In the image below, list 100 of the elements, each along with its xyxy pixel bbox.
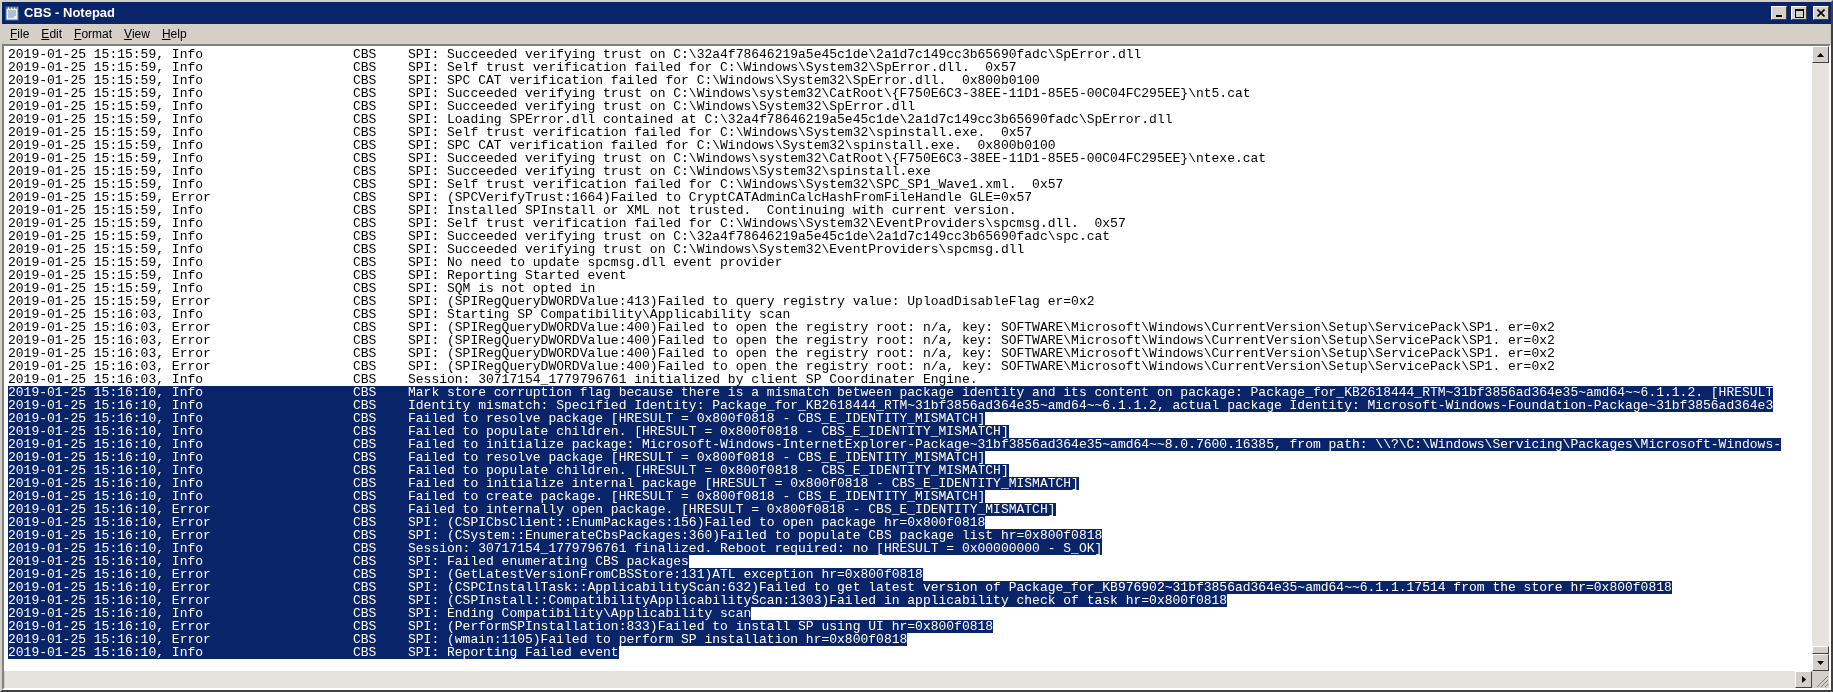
log-timestamp: 2019-01-25 15:16:03, Info [8,373,205,386]
log-message: SPI: Succeeded verifying trust on C:\32a4f78646219a5e45c1de\2a1d7c149cc3b65690fadc\SpError.dll [408,48,1142,61]
size-grip-icon[interactable] [1812,671,1829,688]
log-timestamp: 2019-01-25 15:16:10, Error [8,620,353,633]
log-message: Session: 30717154_1779796761 initialized by client SP Coordinater Engine. [408,373,978,386]
log-timestamp: 2019-01-25 15:16:10, Info [8,607,353,620]
text-area[interactable] [2,44,1831,690]
log-timestamp: 2019-01-25 15:15:59, Info [8,165,205,178]
log-source: CBS [353,178,378,191]
log-timestamp: 2019-01-25 15:15:59, Info [8,87,205,100]
close-button[interactable] [1813,6,1829,20]
log-timestamp: 2019-01-25 15:16:03, Info [8,308,205,321]
log-message: SPI: Succeeded verifying trust on C:\Windows\system32\CatRoot\{F750E6C3-38EE-11D1-85E5-00C04FC295EE}\nt5.cat [408,87,1251,100]
log-timestamp: 2019-01-25 15:16:10, Error [8,568,353,581]
log-timestamp: 2019-01-25 15:15:59, Info [8,243,205,256]
log-timestamp: 2019-01-25 15:15:59, Info [8,204,205,217]
menu-item[interactable]: View [118,25,156,43]
notepad-icon [4,5,20,21]
log-source: CBS [353,451,408,464]
log-timestamp: 2019-01-25 15:16:10, Info [8,555,353,568]
log-source: CBS [353,607,408,620]
log-source: CBS [353,464,408,477]
log-timestamp: 2019-01-25 15:16:10, Error [8,516,353,529]
maximize-button[interactable] [1791,6,1807,20]
scroll-right-button[interactable] [1795,671,1812,688]
log-source: CBS [353,191,378,204]
log-message: Failed to internally open package. [HRESULT = 0x800f0818 - CBS_E_IDENTITY_MISMATCH] [408,503,1056,516]
log-source: CBS [353,269,378,282]
log-source: CBS [353,100,378,113]
log-message: SPI: (CSPICbsClient::EnumPackages:156)Failed to open package hr=0x800f0818 [408,516,986,529]
log-message: SPI: Self trust verification failed for C:\Windows\System32\SPC_SP1_Wave1.xml. 0x57 [408,178,1064,191]
scroll-down-button[interactable] [1812,654,1829,671]
log-message: SPI: Succeeded verifying trust on C:\Windows\System32\SpError.dll [408,100,916,113]
log-timestamp: 2019-01-25 15:16:10, Info [8,425,353,438]
menu-item[interactable]: File [4,25,36,43]
log-message: SPI: No need to update spcmsg.dll event provider [408,256,783,269]
log-timestamp: 2019-01-25 15:15:59, Error [8,191,212,204]
log-source: CBS [353,321,378,334]
log-message: SPI: (CSystem::EnumerateCbsPackages:360)Failed to populate CBS package list hr=0x800f0818 [408,529,1103,542]
log-timestamp: 2019-01-25 15:16:10, Info [8,438,353,451]
log-message: SPI: SPC CAT verification failed for C:\Windows\System32\SpError.dll. 0x800b0100 [408,74,1040,87]
log-message: Failed to resolve package [HRESULT = 0x800f0818 - CBS_E_IDENTITY_MISMATCH] [408,412,986,425]
log-timestamp: 2019-01-25 15:16:10, Error [8,529,353,542]
log-source: CBS [353,139,378,152]
log-timestamp: 2019-01-25 15:15:59, Info [8,152,205,165]
log-timestamp: 2019-01-25 15:16:03, Error [8,347,212,360]
log-message: Failed to create package. [HRESULT = 0x800f0818 - CBS_E_IDENTITY_MISMATCH] [408,490,986,503]
log-source: CBS [353,633,408,646]
log-timestamp: 2019-01-25 15:16:10, Info [8,477,353,490]
log-source: CBS [353,412,408,425]
log-source: CBS [353,113,378,126]
log-message: SPI: Starting SP Compatibility\Applicability scan [408,308,791,321]
minimize-button[interactable] [1771,6,1787,20]
log-source: CBS [353,425,408,438]
log-source: CBS [353,438,408,451]
log-timestamp: 2019-01-25 15:16:10, Info [8,399,353,412]
log-source: CBS [353,295,378,308]
log-source: CBS [353,308,378,321]
log-message: Session: 30717154_1779796761 finalized. Reboot required: no [HRESULT = 0x00000000 - S_OK] [408,542,1103,555]
log-timestamp: 2019-01-25 15:15:59, Info [8,282,205,295]
log-message: SPI: Installed SPInstall or XML not trusted. Continuing with current version. [408,204,1017,217]
log-source: CBS [353,74,378,87]
log-source: CBS [353,581,408,594]
log-source: CBS [353,620,408,633]
menu-item[interactable]: Help [155,25,193,43]
log-message: SPI: Ending Compatibility\Applicability scan [408,607,752,620]
close-icon [1817,9,1825,17]
log-source: CBS [353,217,378,230]
menu-item[interactable]: Edit [35,25,69,43]
menu-item[interactable]: Format [68,25,119,43]
log-message: SPI: Failed enumerating CBS packages [408,555,689,568]
log-source: CBS [353,529,408,542]
log-source: CBS [353,87,378,100]
log-timestamp: 2019-01-25 15:16:10, Info [8,386,353,399]
log-message: SPI: (wmain:1105)Failed to perform SP installation hr=0x800f0818 [408,633,908,646]
log-timestamp: 2019-01-25 15:15:59, Info [8,256,205,269]
log-timestamp: 2019-01-25 15:15:59, Info [8,48,205,61]
log-source: CBS [353,373,378,386]
log-message: SPI: Loading SPError.dll contained at C:\32a4f78646219a5e45c1de\2a1d7c149cc3b65690fadc\SpError.dll [408,113,1173,126]
right-arrow-icon [1801,676,1806,683]
log-message: SPI: SPC CAT verification failed for C:\Windows\System32\spinstall.exe. 0x800b0100 [408,139,1056,152]
log-message: Failed to populate children. [HRESULT = 0x800f0818 - CBS_E_IDENTITY_MISMATCH] [408,425,1009,438]
log-message: SPI: Self trust verification failed for C:\Windows\System32\EventProviders\spcmsg.dll. 0x57 [408,217,1126,230]
log-timestamp: 2019-01-25 15:15:59, Info [8,100,205,113]
log-source: CBS [353,399,408,412]
window-title: CBS - Notepad [24,4,115,23]
scroll-up-button[interactable] [1812,46,1829,63]
up-arrow-icon [1817,52,1824,57]
log-source: CBS [353,503,408,516]
log-message: SPI: (SPIRegQueryDWORDValue:400)Failed to open the registry root: n/a, key: SOFTWARE\Microsoft\Windows\CurrentVersion\Setup\ServicePack\SP1. er=0x2 [408,334,1555,347]
log-message: SPI: (GetLatestVersionFromCBSStore:131)ATL exception hr=0x800f0818 [408,568,923,581]
log-timestamp: 2019-01-25 15:15:59, Info [8,230,205,243]
log-timestamp: 2019-01-25 15:16:03, Error [8,321,212,334]
log-source: CBS [353,490,408,503]
log-message: SPI: (SPIRegQueryDWORDValue:400)Failed to open the registry root: n/a, key: SOFTWARE\Microsoft\Windows\CurrentVersion\Setup\ServicePack\SP1. er=0x2 [408,321,1555,334]
vertical-scrollbar[interactable] [1812,46,1829,671]
log-message: SPI: Succeeded verifying trust on C:\32a4f78646219a5e45c1de\2a1d7c149cc3b65690fadc\spc.cat [408,230,1111,243]
log-source: CBS [353,516,408,529]
log-message: Failed to resolve package [HRESULT = 0x800f0818 - CBS_E_IDENTITY_MISMATCH] [408,451,986,464]
horizontal-scrollbar[interactable] [4,671,1812,688]
